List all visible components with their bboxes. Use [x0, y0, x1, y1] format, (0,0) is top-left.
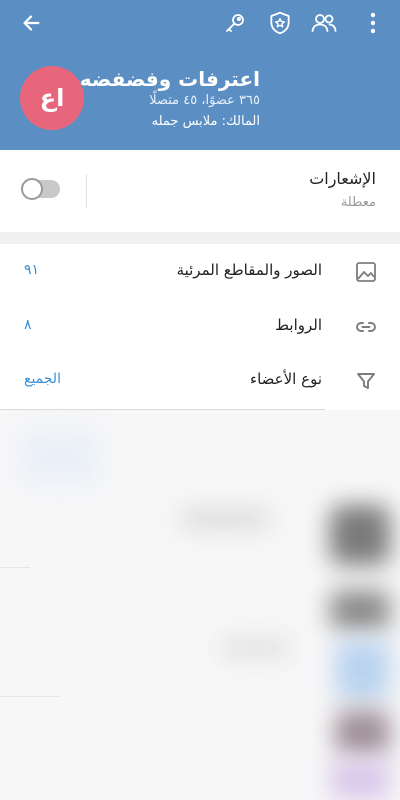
notifications-toggle[interactable]	[21, 178, 60, 200]
blurred-divider	[0, 696, 60, 697]
shared-media-row-photos[interactable]: الصور والمقاطع المرئية ٩١	[0, 244, 400, 300]
invite-links-button[interactable]	[218, 8, 252, 38]
notifications-status: معطلة	[340, 195, 376, 210]
blurred-divider	[0, 567, 30, 568]
group-header: اع اعترفات وفضفضه ٣٦٥ عضوًا، ٤٥ متصلًا ا…	[0, 0, 400, 150]
members-type-label: نوع الأعضاء	[250, 370, 322, 388]
photos-count: ٩١	[24, 262, 40, 278]
blurred-avatar	[330, 760, 390, 800]
blurred-avatar	[335, 710, 390, 755]
notifications-label: الإشعارات	[309, 169, 376, 188]
section-gap	[0, 232, 400, 244]
members-type-row[interactable]: نوع الأعضاء الجميع	[0, 353, 400, 409]
notifications-text: الإشعارات معطلة	[309, 168, 376, 212]
blurred-text	[180, 510, 270, 528]
people-icon	[310, 11, 338, 35]
shared-media-row-links[interactable]: الروابط ٨	[0, 299, 400, 355]
notifications-row[interactable]: الإشعارات معطلة	[0, 150, 400, 232]
blurred-content	[20, 430, 100, 485]
members-list-blurred	[0, 410, 400, 800]
blurred-avatar	[330, 505, 390, 565]
members-type-value: الجميع	[24, 371, 61, 387]
more-menu-button[interactable]	[356, 8, 390, 38]
avatar-initials: اع	[39, 84, 65, 112]
group-member-stats: ٣٦٥ عضوًا، ٤٥ متصلًا	[149, 93, 260, 108]
blurred-avatar	[330, 590, 390, 630]
image-icon	[354, 260, 378, 284]
photos-label: الصور والمقاطع المرئية	[176, 261, 322, 279]
blurred-text	[220, 640, 290, 656]
group-title: اعترفات وفضفضه	[79, 67, 260, 91]
arrow-left-icon	[20, 12, 42, 34]
members-button[interactable]	[307, 8, 341, 38]
more-vertical-icon	[370, 12, 376, 34]
admins-button[interactable]	[263, 8, 297, 38]
group-avatar[interactable]: اع	[20, 66, 84, 130]
group-info-screen: اع اعترفات وفضفضه ٣٦٥ عضوًا، ٤٥ متصلًا ا…	[0, 0, 400, 800]
link-icon	[354, 315, 378, 339]
links-label: الروابط	[275, 316, 322, 334]
shield-star-icon	[267, 10, 293, 36]
toggle-knob	[21, 178, 43, 200]
group-owner: المالك: ملابس جمله	[151, 114, 260, 129]
back-button[interactable]	[14, 8, 48, 38]
notifications-divider	[86, 174, 87, 208]
blurred-avatar	[335, 640, 390, 700]
group-title-block: اعترفات وفضفضه ٣٦٥ عضوًا، ٤٥ متصلًا الما…	[79, 66, 260, 132]
key-icon	[223, 11, 247, 35]
links-count: ٨	[24, 317, 32, 333]
filter-icon	[354, 369, 378, 393]
